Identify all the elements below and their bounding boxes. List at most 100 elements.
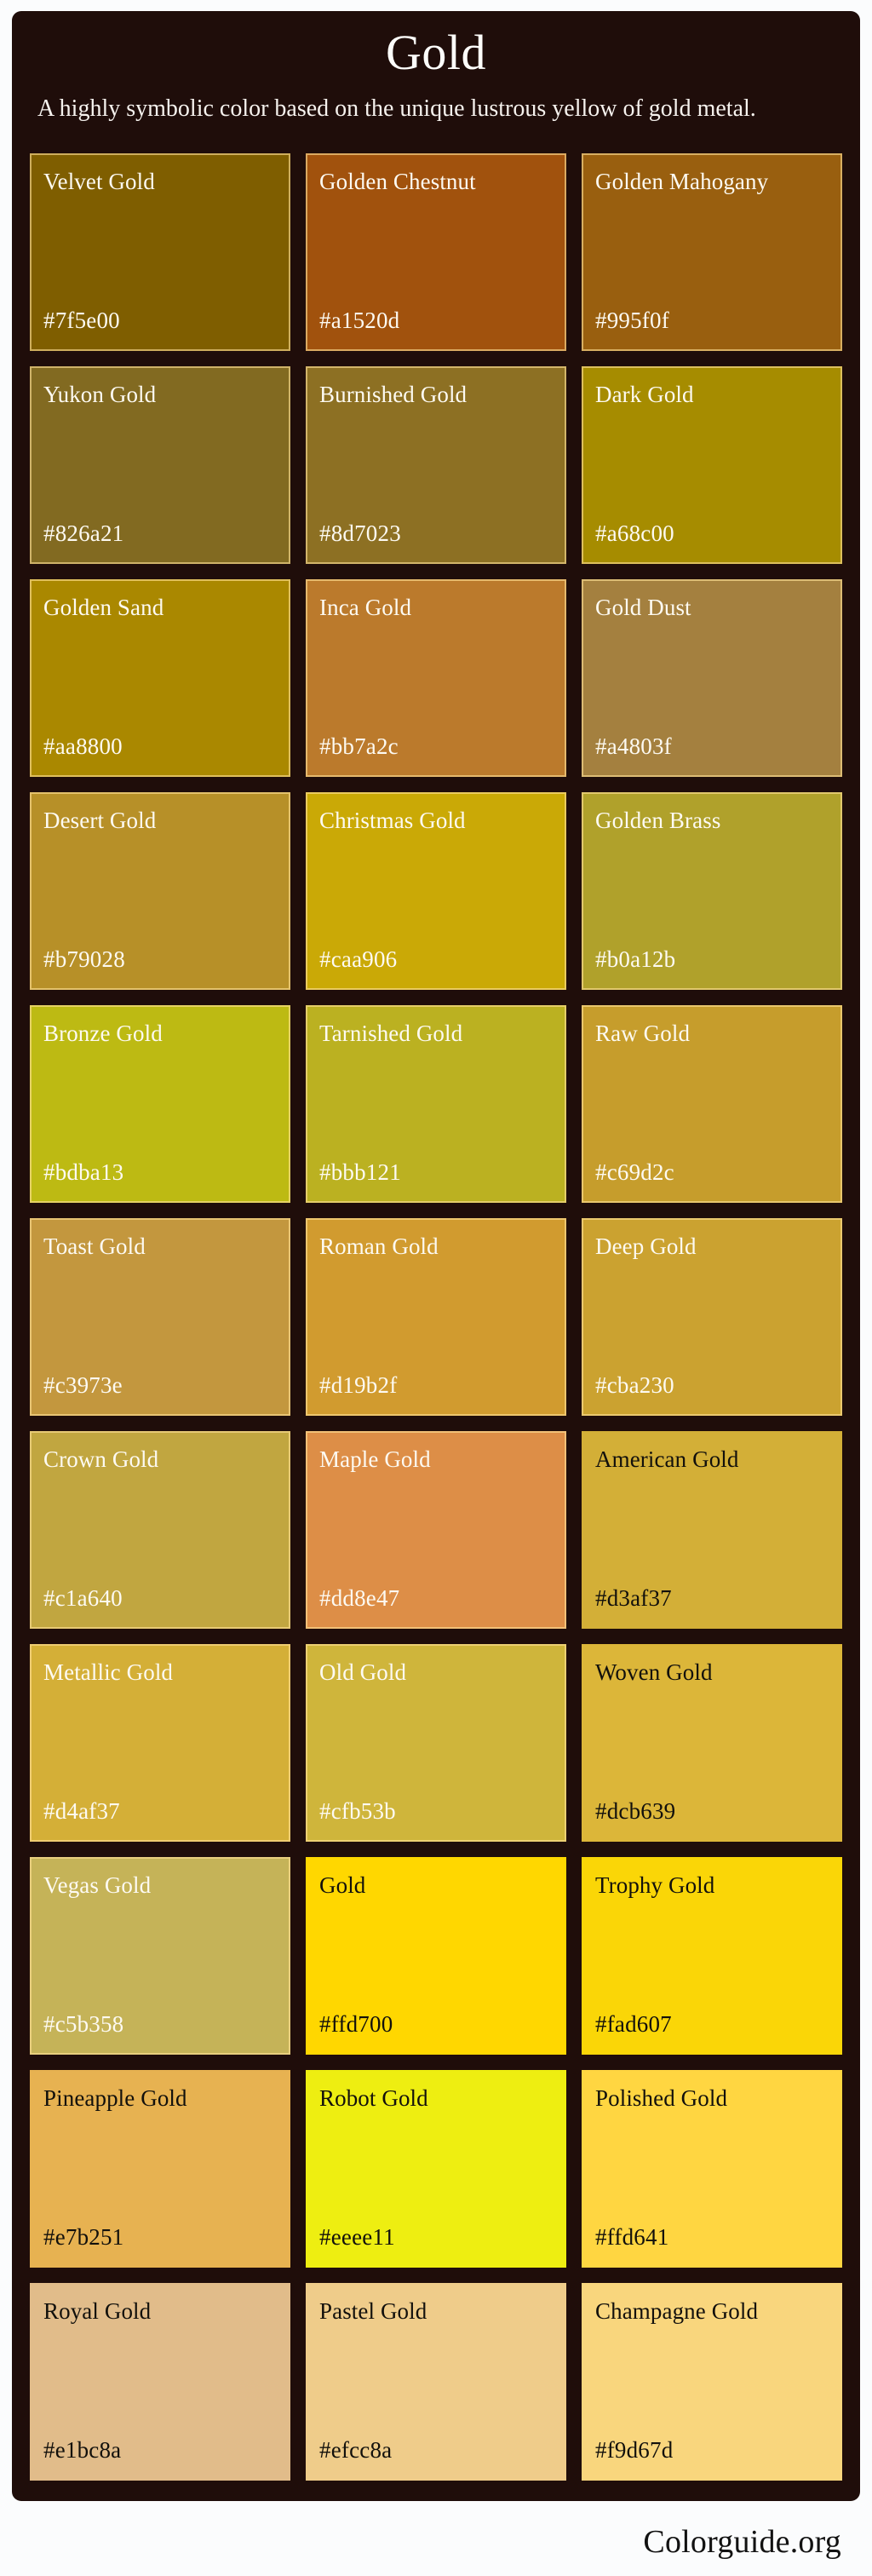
color-swatch[interactable]: Christmas Gold #caa906 <box>306 792 566 991</box>
swatch-hex-value: #a68c00 <box>595 520 674 547</box>
swatch-name: Robot Gold <box>319 2085 428 2112</box>
color-swatch[interactable]: Vegas Gold #c5b358 <box>30 1857 290 2056</box>
footer-brand: Colorguide.org <box>643 2524 841 2561</box>
swatch-hex-value: #ffd700 <box>319 2011 393 2038</box>
color-swatch[interactable]: Polished Gold #ffd641 <box>582 2070 842 2268</box>
color-swatch[interactable]: Metallic Gold #d4af37 <box>30 1644 290 1843</box>
swatch-name: Inca Gold <box>319 595 412 621</box>
swatch-name: Christmas Gold <box>319 808 466 834</box>
swatch-hex-value: #8d7023 <box>319 520 401 547</box>
color-swatch[interactable]: Gold #ffd700 <box>306 1857 566 2056</box>
swatch-name: Woven Gold <box>595 1659 713 1686</box>
swatch-name: Roman Gold <box>319 1233 439 1260</box>
color-swatch[interactable]: Tarnished Gold #bbb121 <box>306 1005 566 1204</box>
swatch-name: Desert Gold <box>43 808 157 834</box>
swatch-name: Bronze Gold <box>43 1021 163 1047</box>
color-swatch[interactable]: Burnished Gold #8d7023 <box>306 366 566 565</box>
swatch-grid: Velvet Gold #7f5e00 Golden Chestnut #a1520d… <box>12 124 860 2481</box>
color-swatch[interactable]: Deep Gold #cba230 <box>582 1218 842 1417</box>
swatch-hex-value: #a1520d <box>319 308 400 334</box>
swatch-hex-value: #7f5e00 <box>43 308 120 334</box>
swatch-name: Pineapple Gold <box>43 2085 187 2112</box>
swatch-hex-value: #eeee11 <box>319 2224 395 2251</box>
swatch-hex-value: #ffd641 <box>595 2224 669 2251</box>
swatch-name: Metallic Gold <box>43 1659 174 1686</box>
color-swatch[interactable]: Golden Brass #b0a12b <box>582 792 842 991</box>
swatch-hex-value: #a4803f <box>595 733 672 760</box>
color-swatch[interactable]: Pineapple Gold #e7b251 <box>30 2070 290 2268</box>
swatch-hex-value: #cfb53b <box>319 1798 396 1825</box>
swatch-hex-value: #bbb121 <box>319 1159 401 1186</box>
swatch-name: Velvet Gold <box>43 169 155 195</box>
palette-panel: Gold A highly symbolic color based on th… <box>12 11 860 2502</box>
swatch-name: Trophy Gold <box>595 1872 715 1899</box>
swatch-name: Golden Sand <box>43 595 164 621</box>
color-swatch[interactable]: Gold Dust #a4803f <box>582 579 842 778</box>
color-swatch[interactable]: Yukon Gold #826a21 <box>30 366 290 565</box>
swatch-hex-value: #e7b251 <box>43 2224 124 2251</box>
swatch-hex-value: #d4af37 <box>43 1798 120 1825</box>
swatch-name: Gold Dust <box>595 595 691 621</box>
color-swatch[interactable]: Golden Chestnut #a1520d <box>306 153 566 352</box>
color-swatch[interactable]: Maple Gold #dd8e47 <box>306 1431 566 1630</box>
swatch-name: Yukon Gold <box>43 382 157 408</box>
swatch-name: Vegas Gold <box>43 1872 152 1899</box>
swatch-hex-value: #bdba13 <box>43 1159 124 1186</box>
swatch-hex-value: #dd8e47 <box>319 1585 400 1612</box>
page-title: Gold <box>386 25 486 80</box>
swatch-name: Golden Brass <box>595 808 721 834</box>
swatch-hex-value: #c1a640 <box>43 1585 123 1612</box>
color-swatch[interactable]: Golden Mahogany #995f0f <box>582 153 842 352</box>
swatch-name: Royal Gold <box>43 2298 152 2325</box>
swatch-hex-value: #c3973e <box>43 1372 123 1399</box>
palette-page: Gold A highly symbolic color based on th… <box>0 0 872 2576</box>
color-swatch[interactable]: Crown Gold #c1a640 <box>30 1431 290 1630</box>
color-swatch[interactable]: Desert Gold #b79028 <box>30 792 290 991</box>
color-swatch[interactable]: Trophy Gold #fad607 <box>582 1857 842 2056</box>
color-swatch[interactable]: Royal Gold #e1bc8a <box>30 2283 290 2481</box>
swatch-hex-value: #dcb639 <box>595 1798 676 1825</box>
swatch-name: Old Gold <box>319 1659 407 1686</box>
swatch-hex-value: #cba230 <box>595 1372 674 1399</box>
swatch-name: Dark Gold <box>595 382 694 408</box>
color-swatch[interactable]: Toast Gold #c3973e <box>30 1218 290 1417</box>
swatch-hex-value: #826a21 <box>43 520 124 547</box>
color-swatch[interactable]: American Gold #d3af37 <box>582 1431 842 1630</box>
color-swatch[interactable]: Roman Gold #d19b2f <box>306 1218 566 1417</box>
swatch-name: Polished Gold <box>595 2085 728 2112</box>
swatch-hex-value: #c69d2c <box>595 1159 674 1186</box>
footer: Colorguide.org <box>12 2501 860 2576</box>
swatch-hex-value: #e1bc8a <box>43 2437 122 2464</box>
swatch-hex-value: #efcc8a <box>319 2437 393 2464</box>
color-swatch[interactable]: Velvet Gold #7f5e00 <box>30 153 290 352</box>
swatch-name: Toast Gold <box>43 1233 146 1260</box>
swatch-name: Tarnished Gold <box>319 1021 463 1047</box>
color-swatch[interactable]: Dark Gold #a68c00 <box>582 366 842 565</box>
swatch-hex-value: #d19b2f <box>319 1372 398 1399</box>
color-swatch[interactable]: Woven Gold #dcb639 <box>582 1644 842 1843</box>
swatch-hex-value: #995f0f <box>595 308 669 334</box>
color-swatch[interactable]: Pastel Gold #efcc8a <box>306 2283 566 2481</box>
swatch-name: Gold <box>319 1872 366 1899</box>
color-swatch[interactable]: Bronze Gold #bdba13 <box>30 1005 290 1204</box>
swatch-name: Golden Chestnut <box>319 169 476 195</box>
swatch-hex-value: #c5b358 <box>43 2011 124 2038</box>
swatch-name: American Gold <box>595 1446 739 1473</box>
swatch-name: Maple Gold <box>319 1446 431 1473</box>
swatch-name: Golden Mahogany <box>595 169 769 195</box>
swatch-hex-value: #d3af37 <box>595 1585 672 1612</box>
swatch-hex-value: #b0a12b <box>595 946 676 973</box>
color-swatch[interactable]: Champagne Gold #f9d67d <box>582 2283 842 2481</box>
swatch-name: Crown Gold <box>43 1446 159 1473</box>
swatch-name: Raw Gold <box>595 1021 691 1047</box>
color-swatch[interactable]: Old Gold #cfb53b <box>306 1644 566 1843</box>
swatch-hex-value: #b79028 <box>43 946 125 973</box>
color-swatch[interactable]: Golden Sand #aa8800 <box>30 579 290 778</box>
swatch-hex-value: #caa906 <box>319 946 398 973</box>
swatch-hex-value: #aa8800 <box>43 733 123 760</box>
color-swatch[interactable]: Robot Gold #eeee11 <box>306 2070 566 2268</box>
swatch-name: Burnished Gold <box>319 382 468 408</box>
color-swatch[interactable]: Inca Gold #bb7a2c <box>306 579 566 778</box>
color-swatch[interactable]: Raw Gold #c69d2c <box>582 1005 842 1204</box>
swatch-hex-value: #f9d67d <box>595 2437 674 2464</box>
